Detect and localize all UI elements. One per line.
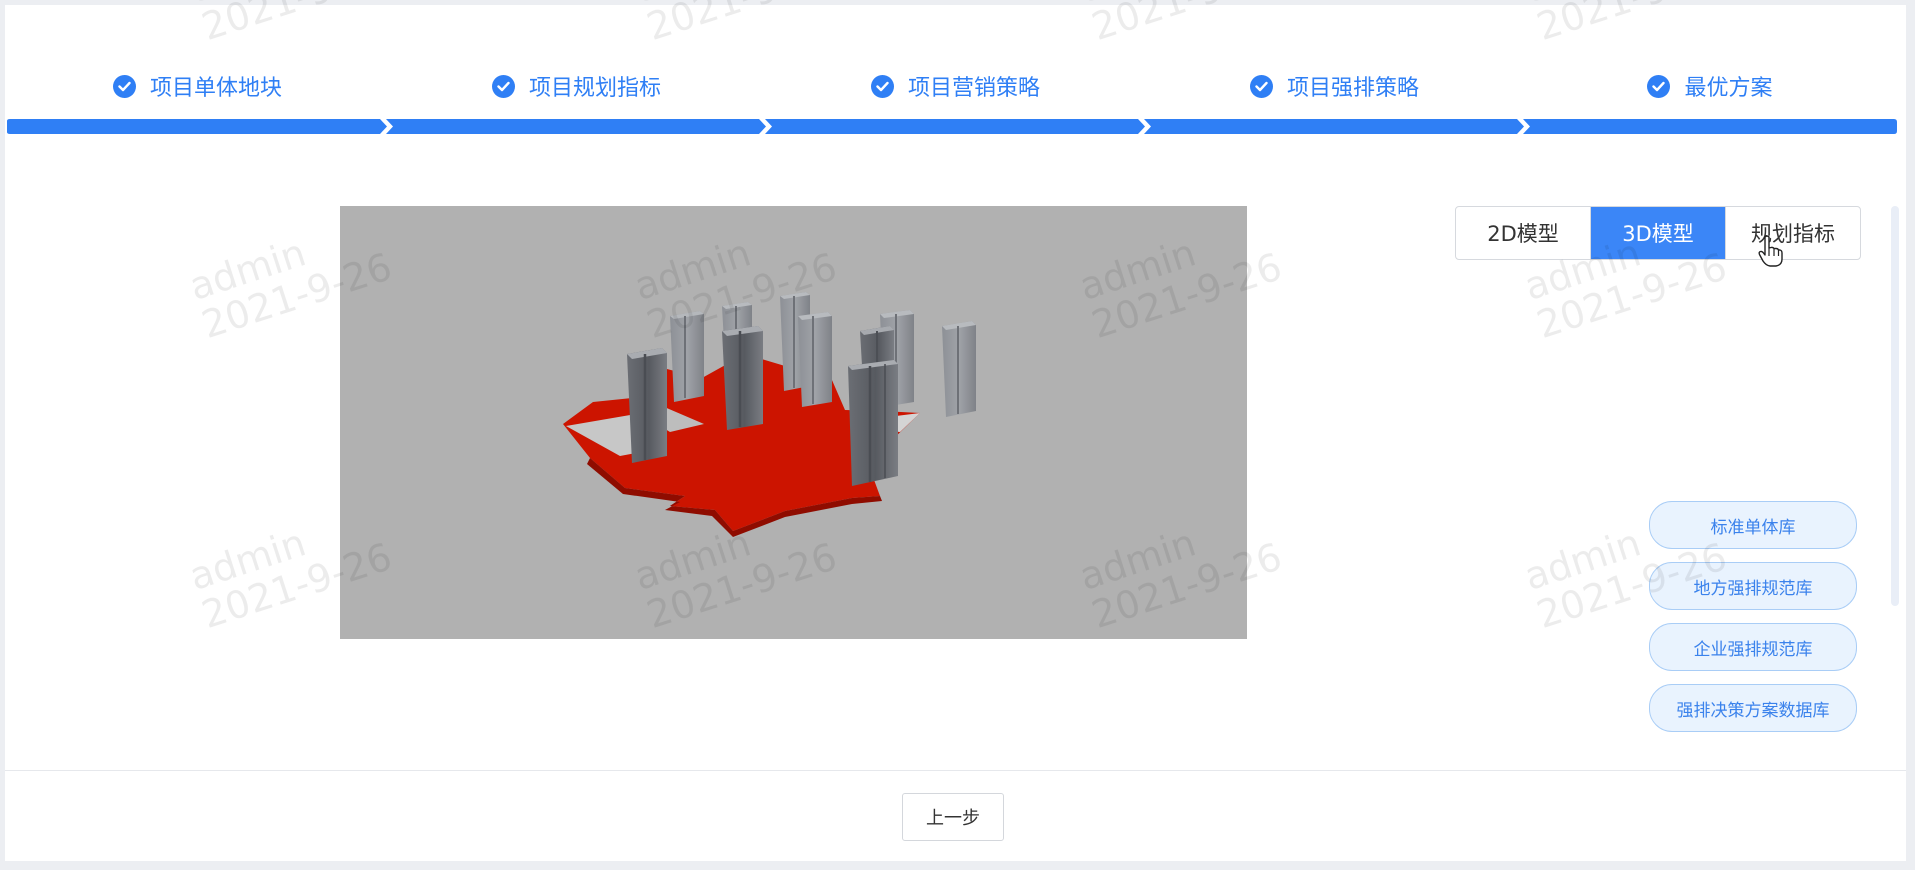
step-bar [1523,119,1897,134]
step-label: 项目营销策略 [907,76,1040,101]
standard-unit-library-button[interactable]: 标准单体库 [1649,501,1857,549]
check-circle-icon [1249,74,1273,98]
check-circle-icon [491,74,515,98]
check-circle-icon [870,74,894,98]
step-label: 项目单体地块 [149,76,282,101]
step-label: 项目规划指标 [528,76,661,101]
enterprise-regulation-library-button[interactable]: 企业强排规范库 [1649,623,1857,671]
step-bar [7,119,387,134]
step-1[interactable]: 项目单体地块 [7,62,388,137]
tab-2d-model[interactable]: 2D模型 [1456,207,1591,259]
model-viewport-3d[interactable] [340,206,1247,639]
tab-planning-indicators[interactable]: 规划指标 [1726,207,1860,259]
step-2[interactable]: 项目规划指标 [386,62,767,137]
step-4[interactable]: 项目强排策略 [1144,62,1525,137]
decision-scheme-database-button[interactable]: 强排决策方案数据库 [1649,684,1857,732]
local-regulation-library-button[interactable]: 地方强排规范库 [1649,562,1857,610]
step-3[interactable]: 项目营销策略 [765,62,1146,137]
view-mode-tabs: 2D模型 3D模型 规划指标 [1455,206,1861,260]
step-label: 最优方案 [1684,76,1773,101]
hand-pointer-icon [1758,235,1783,267]
check-circle-icon [1647,74,1671,98]
step-bar [765,119,1145,134]
step-bar [386,119,766,134]
vertical-scrollbar[interactable] [1891,206,1899,606]
tab-3d-model[interactable]: 3D模型 [1591,207,1726,259]
step-label: 项目强排策略 [1286,76,1419,101]
site-model-render [563,292,976,537]
step-5[interactable]: 最优方案 [1523,62,1897,137]
check-circle-icon [112,74,136,98]
previous-step-button[interactable]: 上一步 [902,793,1004,841]
step-progress: 项目单体地块 项目规划指标 项目营销策略 项目强排策略 最优方案 [7,62,1897,137]
step-bar [1144,119,1524,134]
